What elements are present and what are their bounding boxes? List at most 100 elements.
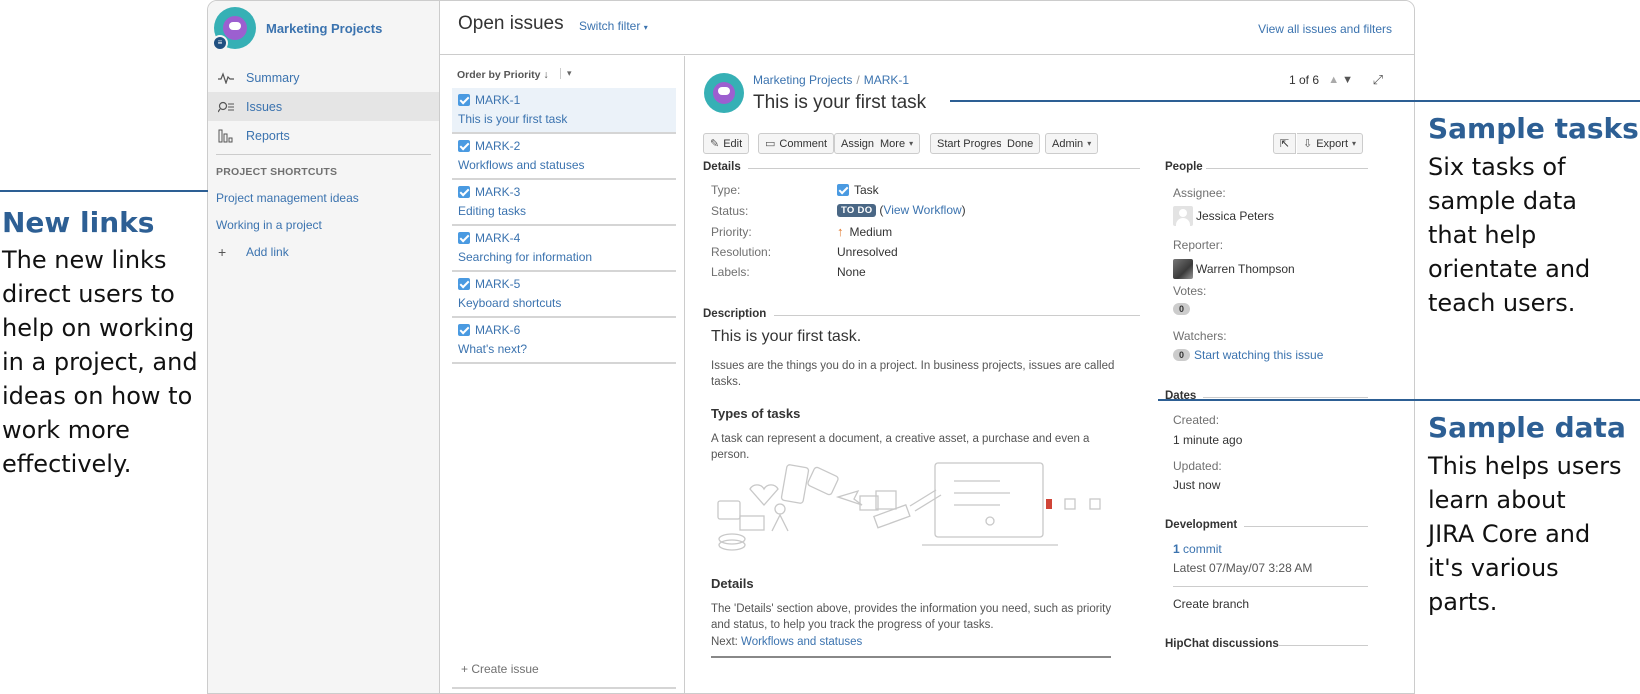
jira-app-window: ≡ Marketing Projects Summary Issues Repo… (207, 0, 1415, 694)
share-button[interactable]: ⇱ (1273, 133, 1297, 154)
callout-line-text: orientate and (1428, 255, 1591, 283)
issue-key: MARK-4 (475, 231, 521, 245)
votes-value[interactable]: 0 (1173, 303, 1194, 315)
chevron-down-icon: ▾ (643, 23, 648, 32)
start-watching-link[interactable]: Start watching this issue (1194, 348, 1323, 362)
people-section-title: People (1165, 161, 1203, 173)
next-line: Next: Workflows and statuses (711, 634, 862, 650)
task-type-icon (458, 278, 470, 290)
task-type-icon (458, 232, 470, 244)
chevron-down-icon: ▾ (1352, 139, 1357, 148)
callout-line-text: teach users. (1428, 289, 1576, 317)
shortcut-link[interactable]: Project management ideas (208, 191, 439, 205)
list-item[interactable]: MARK-6 What's next? (452, 318, 676, 364)
new-links-callout-title: New links (2, 206, 155, 239)
project-avatar: ≡ (212, 7, 256, 51)
expand-icon[interactable]: ⤢ (1373, 72, 1383, 88)
issue-toolbar: ✎ Edit ▭ Comment Assign More ▾ Start Progre… (703, 133, 1402, 155)
priority-label: Priority: (711, 225, 752, 239)
project-sidebar: ≡ Marketing Projects Summary Issues Repo… (208, 1, 440, 693)
list-item[interactable]: MARK-3 Editing tasks (452, 180, 676, 226)
list-item[interactable]: MARK-4 Searching for information (452, 226, 676, 272)
add-link-button[interactable]: + Add link (208, 244, 439, 260)
sort-arrow-icon: ↓ (543, 69, 549, 81)
divider (1173, 586, 1368, 587)
sidebar-item-reports[interactable]: Reports (208, 121, 439, 150)
avatar (1173, 206, 1193, 226)
create-issue-button[interactable]: + Create issue (461, 662, 539, 676)
issue-summary: Searching for information (458, 250, 593, 264)
view-workflow-link[interactable]: View Workflow (883, 203, 961, 217)
assignee-label: Assignee: (1173, 186, 1226, 200)
issue-summary: This is your first task (458, 112, 568, 126)
order-options-dropdown[interactable]: ▾ (560, 68, 572, 79)
pager-arrows: ▲▼ (1328, 74, 1356, 86)
breadcrumb-issue-key-link[interactable]: MARK-1 (864, 73, 909, 87)
labels-label: Labels: (711, 265, 750, 279)
shortcut-link[interactable]: Working in a project (208, 218, 439, 232)
resolution-label: Resolution: (711, 245, 772, 259)
list-item[interactable]: MARK-5 Keyboard shortcuts (452, 272, 676, 318)
labels-value: None (837, 265, 866, 279)
commits-link[interactable]: 1 commit (1173, 542, 1222, 556)
divider (1206, 168, 1368, 169)
issues-icon (216, 99, 236, 115)
updated-label: Updated: (1173, 459, 1222, 473)
view-all-issues-link[interactable]: View all issues and filters (1258, 22, 1392, 36)
description-paragraph: Issues are the things you do in a projec… (711, 360, 1115, 388)
divider (711, 656, 1111, 658)
assignee-value[interactable]: Jessica Peters (1173, 206, 1274, 226)
type-text: Task (854, 183, 879, 197)
sidebar-item-summary[interactable]: Summary (208, 63, 439, 92)
previous-issue-icon[interactable]: ▲ (1328, 74, 1342, 86)
sample-tasks-callout-line (950, 100, 1640, 102)
edit-button[interactable]: ✎ Edit (703, 133, 750, 154)
new-links-callout-line (0, 190, 208, 192)
breadcrumb: Marketing Projects / MARK-1 (753, 73, 909, 87)
done-button[interactable]: Done (1001, 133, 1041, 154)
priority-medium-icon: ↑ (837, 224, 844, 239)
breadcrumb-project-link[interactable]: Marketing Projects (753, 73, 852, 87)
more-dropdown[interactable]: More ▾ (874, 133, 921, 154)
activity-icon (216, 70, 236, 86)
callout-line-text: The new links (2, 246, 167, 274)
list-item[interactable]: MARK-1 This is your first task (452, 88, 676, 134)
callout-line-text: effectively. (2, 450, 132, 478)
admin-dropdown[interactable]: Admin ▾ (1045, 133, 1099, 154)
task-type-icon (837, 184, 849, 196)
next-link[interactable]: Workflows and statuses (741, 636, 862, 648)
project-nav: Summary Issues Reports (208, 63, 439, 150)
pager-count: 1 of 6 (1288, 73, 1319, 87)
reporter-label: Reporter: (1173, 238, 1224, 252)
edit-label: Edit (723, 137, 743, 150)
issue-list-panel: Order by Priority ↓ ▾ MARK-1 This is you… (440, 56, 685, 693)
resolution-value: Unresolved (837, 245, 898, 259)
project-name[interactable]: Marketing Projects (266, 21, 382, 36)
task-types-illustration (717, 462, 1101, 551)
issue-key: MARK-3 (475, 185, 521, 199)
order-by-priority-button[interactable]: Order by Priority ↓ (457, 69, 549, 81)
chevron-down-icon: ▾ (909, 139, 914, 148)
next-issue-icon[interactable]: ▼ (1342, 74, 1356, 86)
callout-line-text: that help (1428, 221, 1537, 249)
assignee-name: Jessica Peters (1196, 209, 1275, 223)
issue-detail-panel: Marketing Projects / MARK-1 This is your f… (686, 56, 1414, 693)
issue-key: MARK-6 (475, 323, 521, 337)
sample-data-callout-line (1158, 399, 1640, 401)
sidebar-item-label: Summary (246, 70, 300, 85)
issue-summary: Keyboard shortcuts (458, 296, 562, 310)
type-label: Type: (711, 183, 741, 197)
updated-value: Just now (1173, 478, 1221, 492)
export-dropdown[interactable]: ⇩ Export ▾ (1297, 133, 1364, 154)
create-branch-link[interactable]: Create branch (1173, 597, 1249, 611)
switch-filter-dropdown[interactable]: Switch filter ▾ (579, 19, 648, 33)
list-item[interactable]: MARK-2 Workflows and statuses (452, 134, 676, 180)
divider (774, 315, 1140, 316)
task-type-icon (458, 94, 470, 106)
sidebar-item-issues[interactable]: Issues (208, 92, 439, 121)
project-header[interactable]: ≡ Marketing Projects (208, 1, 439, 55)
votes-count-badge: 0 (1173, 303, 1191, 315)
comment-button[interactable]: ▭ Comment (758, 133, 835, 154)
divider (1203, 397, 1368, 398)
reporter-value[interactable]: Warren Thompson (1173, 259, 1295, 279)
